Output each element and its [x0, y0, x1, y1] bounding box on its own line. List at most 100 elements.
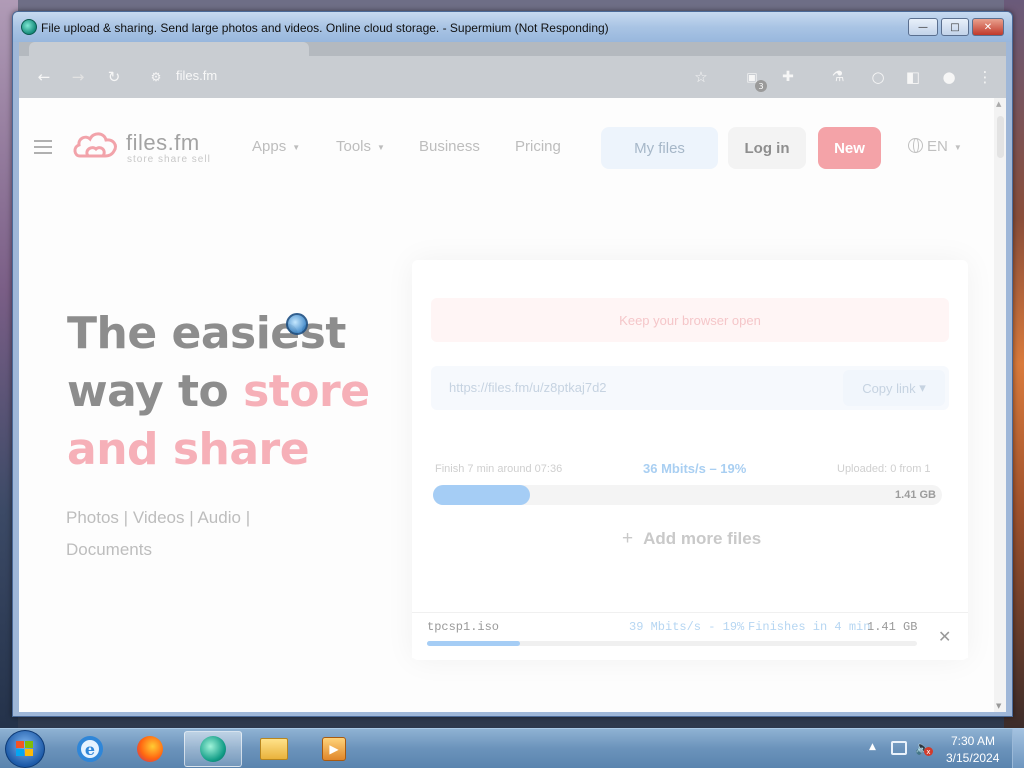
upload-count: Uploaded: 0 from 1 [837, 463, 931, 475]
supermium-icon [200, 736, 226, 762]
taskbar-file-explorer[interactable] [248, 731, 300, 767]
taskbar-internet-explorer[interactable]: e [64, 731, 116, 767]
network-icon[interactable] [891, 741, 907, 755]
upload-eta: Finish 7 min around 07:36 [435, 463, 563, 475]
globe-icon [908, 138, 923, 153]
clock-time[interactable]: 7:30 AM [951, 734, 995, 748]
hero-line-3-accent: and share [67, 424, 310, 475]
windows-taskbar: e ▶ ▲ 🔈 x 7:30 AM 3/15/2024 [0, 728, 1024, 768]
start-button[interactable] [5, 730, 45, 768]
taskbar-firefox[interactable] [124, 731, 176, 767]
nav-business[interactable]: Business [419, 138, 480, 155]
upload-progress-bar: 1.41 GB [433, 485, 942, 505]
language-selector[interactable]: EN ▼ [908, 138, 962, 155]
browser-tab-active[interactable] [29, 42, 309, 56]
browser-menu-icon[interactable]: ⋮ [976, 68, 994, 86]
reload-icon[interactable]: ↻ [105, 68, 123, 86]
internet-explorer-icon: e [77, 736, 103, 762]
maximize-button[interactable]: □ [941, 18, 969, 36]
minimize-button[interactable]: — [908, 18, 938, 36]
nav-apps[interactable]: Apps ▼ [252, 138, 300, 155]
account-avatar-icon[interactable]: ● [940, 68, 958, 86]
cancel-upload-icon[interactable]: ✕ [938, 627, 951, 646]
show-hidden-icons-icon[interactable]: ▲ [869, 742, 876, 752]
hero-line-1: The easiest [67, 308, 346, 359]
scroll-up-arrow-icon[interactable]: ▲ [996, 100, 1001, 108]
plus-icon: + [622, 528, 634, 549]
profile-circle-icon[interactable]: ○ [869, 68, 887, 86]
nav-tools[interactable]: Tools ▼ [336, 138, 385, 155]
firefox-icon [137, 736, 163, 762]
scroll-thumb[interactable] [997, 116, 1004, 158]
upload-speed: 36 Mbits/s – 19% [643, 461, 747, 476]
separator: | [123, 508, 129, 527]
file-type-videos[interactable]: Videos [133, 508, 185, 527]
forward-icon[interactable]: → [69, 68, 87, 86]
file-progress-fill [427, 641, 521, 646]
copy-link-button[interactable]: Copy link ▾ [843, 370, 945, 406]
new-button[interactable]: New [818, 127, 881, 169]
chevron-down-icon: ▼ [292, 142, 301, 152]
extensions-puzzle-icon[interactable]: ✚ [779, 68, 797, 86]
file-type-documents[interactable]: Documents [66, 540, 152, 559]
nav-pricing[interactable]: Pricing [515, 138, 561, 155]
files-fm-logo-icon[interactable] [72, 130, 120, 160]
copy-link-label: Copy link [862, 380, 916, 396]
file-size: 1.41 GB [867, 620, 918, 634]
window-title: File upload & sharing. Send large photos… [41, 21, 609, 35]
my-files-button[interactable]: My files [601, 127, 718, 169]
separator: | [245, 508, 251, 527]
side-panel-icon[interactable]: ◧ [904, 68, 922, 86]
back-icon[interactable]: ← [35, 68, 53, 86]
file-type-audio[interactable]: Audio [197, 508, 240, 527]
chevron-down-icon: ▾ [919, 380, 926, 395]
file-upload-row: tpcsp1.iso 39 Mbits/s - 19% Finishes in … [412, 612, 968, 658]
taskbar-media-player[interactable]: ▶ [308, 731, 360, 767]
file-speed: 39 Mbits/s - 19% [629, 620, 745, 634]
folder-icon [260, 738, 288, 760]
hero-file-types: Photos | Videos | Audio | Documents [66, 502, 326, 566]
chevron-down-icon: ▼ [377, 142, 385, 152]
browser-toolbar: ← → ↻ ⚙ files.fm ☆ ▣ 3 ✚ ⚗ ○ ◧ ● ⋮ [19, 56, 1006, 98]
file-eta: Finishes in 4 min [748, 620, 871, 634]
hamburger-menu-icon[interactable] [34, 140, 52, 158]
bookmark-star-icon[interactable]: ☆ [692, 68, 710, 86]
upload-card: Keep your browser open https://files.fm/… [412, 260, 968, 660]
hero-heading: The easiest way to store and share [67, 305, 370, 479]
show-desktop-button[interactable] [1012, 729, 1024, 768]
chevron-down-icon: ▼ [953, 142, 962, 152]
close-window-button[interactable]: ✕ [972, 18, 1004, 36]
labs-flask-icon[interactable]: ⚗ [829, 68, 847, 86]
file-type-photos[interactable]: Photos [66, 508, 119, 527]
clock-date[interactable]: 3/15/2024 [946, 751, 999, 765]
busy-cursor-icon [286, 313, 308, 335]
keep-browser-open-notice: Keep your browser open [431, 298, 949, 342]
page-scrollbar[interactable]: ▲ ▼ [994, 98, 1006, 712]
extension-badge: 3 [755, 80, 767, 92]
add-more-files-label: Add more files [643, 529, 762, 548]
site-header: files.fm store share sell Apps ▼ Tools ▼ B… [19, 98, 994, 176]
site-info-icon[interactable]: ⚙ [147, 68, 165, 86]
media-player-icon: ▶ [322, 737, 346, 761]
supermium-app-icon [21, 19, 37, 35]
share-link-box: https://files.fm/u/z8ptkaj7d2 Copy link … [431, 366, 949, 410]
nav-tools-label: Tools [336, 138, 372, 155]
web-page: files.fm store share sell Apps ▼ Tools ▼ B… [19, 98, 994, 712]
tab-strip [19, 42, 1006, 56]
address-bar-url[interactable]: files.fm [176, 68, 217, 83]
taskbar-supermium[interactable] [184, 731, 242, 767]
scroll-down-arrow-icon[interactable]: ▼ [996, 702, 1001, 710]
add-more-files-button[interactable]: + Add more files [622, 528, 761, 550]
file-name: tpcsp1.iso [427, 620, 500, 634]
logo-tagline: store share sell [127, 154, 211, 165]
file-progress-bar [427, 641, 917, 646]
upload-total-size: 1.41 GB [895, 489, 936, 501]
log-in-button[interactable]: Log in [728, 127, 806, 169]
upload-progress-fill [433, 485, 530, 505]
hero-line-2: way to [67, 366, 244, 417]
window-titlebar[interactable]: File upload & sharing. Send large photos… [13, 12, 1012, 42]
language-label: EN [927, 138, 948, 155]
share-link-url[interactable]: https://files.fm/u/z8ptkaj7d2 [449, 380, 607, 395]
browser-window: File upload & sharing. Send large photos… [12, 11, 1013, 717]
logo-wordmark[interactable]: files.fm [126, 130, 200, 156]
